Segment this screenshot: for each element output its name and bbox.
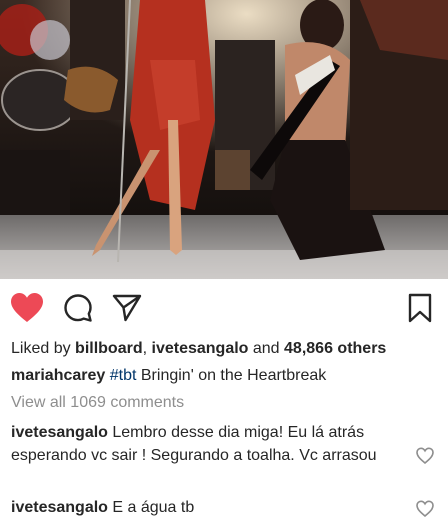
liked-by-user-link[interactable]: ivetesangalo (152, 340, 249, 357)
caption-hashtag-link[interactable]: #tbt (110, 367, 137, 384)
likes-summary[interactable]: Liked by billboard, ivetesangalo and 48,… (11, 337, 441, 360)
comment-like-heart-icon[interactable] (416, 500, 434, 518)
concert-photo-illustration (0, 0, 448, 279)
heart-filled-icon (11, 293, 43, 322)
comment-text: E a água tb (107, 499, 195, 516)
post-photo[interactable] (0, 0, 448, 279)
share-button[interactable] (111, 292, 143, 324)
comment-like-heart-icon[interactable] (416, 447, 434, 465)
post-caption: mariahcarey #tbt Bringin' on the Heartbr… (11, 364, 441, 387)
caption-text: Bringin' on the Heartbreak (136, 367, 327, 384)
post-action-bar (0, 279, 448, 335)
comment-button[interactable] (62, 292, 94, 324)
likes-and: and (248, 340, 285, 357)
comment-bubble-icon (64, 294, 92, 322)
comment-item: ivetesangalo E a água tb (11, 496, 406, 519)
comment-username-link[interactable]: ivetesangalo (11, 424, 108, 441)
save-button[interactable] (404, 292, 436, 324)
likes-separator: , (142, 340, 152, 357)
post-info: Liked by billboard, ivetesangalo and 48,… (11, 337, 441, 387)
view-all-comments-link[interactable]: View all 1069 comments (11, 394, 184, 412)
liked-by-user-link[interactable]: billboard (75, 340, 143, 357)
paper-plane-icon (112, 294, 142, 322)
like-button[interactable] (11, 292, 43, 324)
comment-item: ivetesangalo Lembro desse dia miga! Eu l… (11, 421, 406, 467)
bookmark-icon (408, 293, 432, 323)
caption-username-link[interactable]: mariahcarey (11, 367, 105, 384)
likes-prefix: Liked by (11, 340, 76, 357)
comment-username-link[interactable]: ivetesangalo (11, 499, 108, 516)
likes-count[interactable]: 48,866 others (284, 340, 386, 357)
